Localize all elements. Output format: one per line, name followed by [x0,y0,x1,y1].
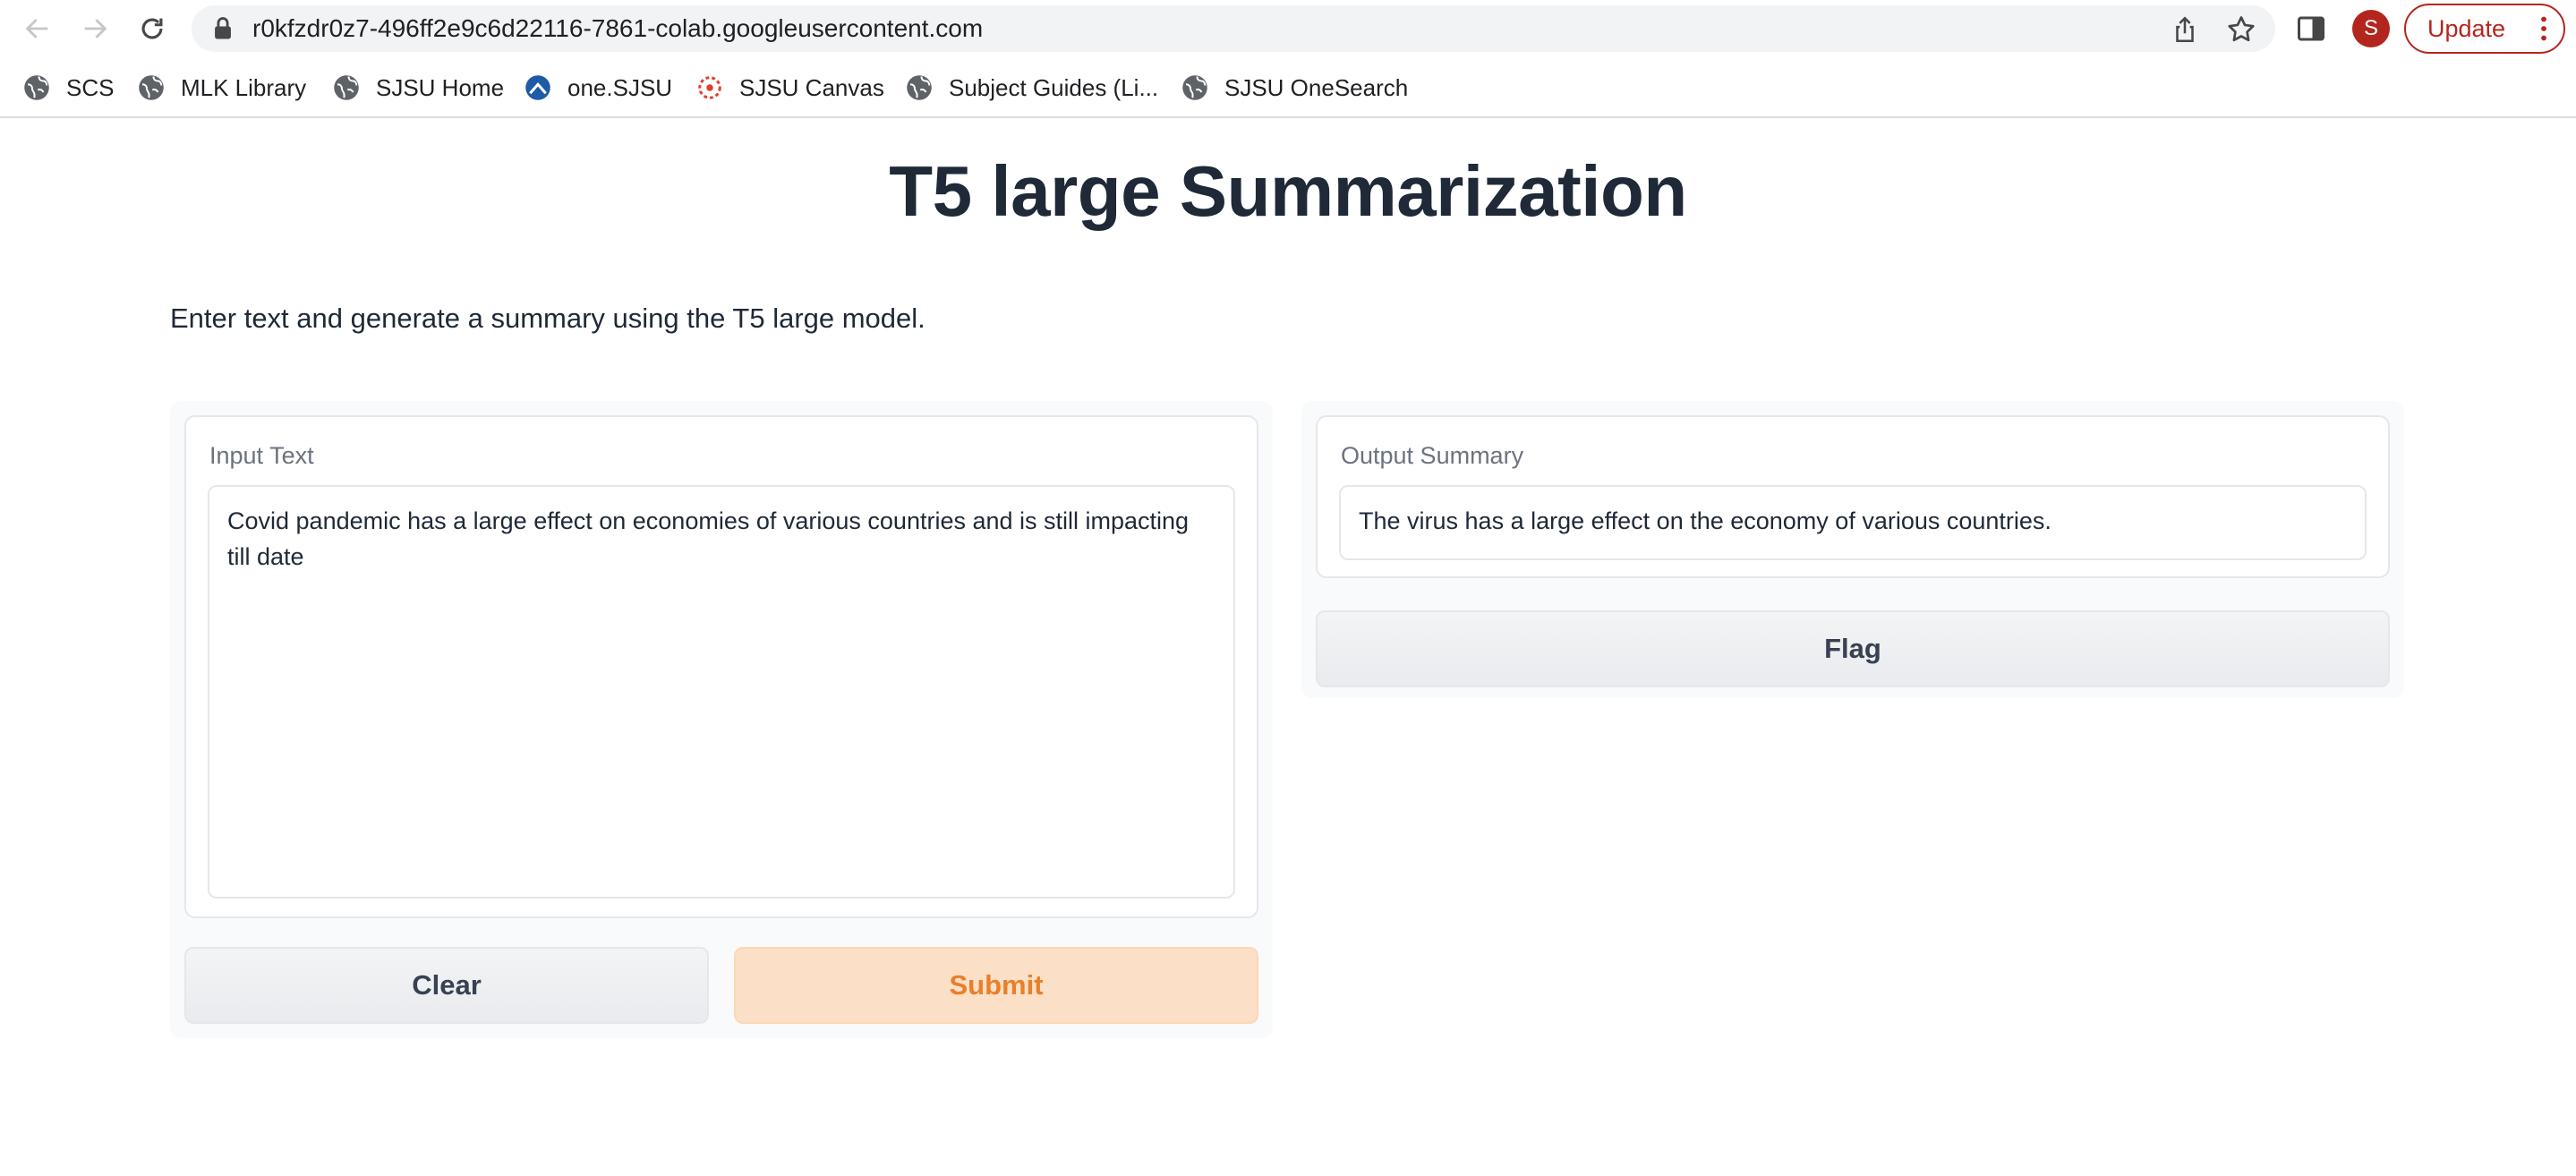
bookmark-sjsu-home[interactable]: SJSU Home [333,70,504,106]
arrow-left-icon [25,19,48,38]
bookmark-label: Subject Guides (Li... [949,73,1159,101]
globe-icon [1182,75,1207,100]
submit-button[interactable]: Submit [734,947,1258,1024]
input-text-block: Input Text Covid pandemic has a large ef… [184,415,1258,918]
bookmark-subject-guides[interactable]: Subject Guides (Li... [906,70,1158,106]
reload-button[interactable] [132,9,172,48]
arrow-right-icon [84,19,107,38]
url-text[interactable]: r0kfzdr0z7-496ff2e9c6d22116-7861-colab.g… [252,5,983,52]
share-icon[interactable] [2170,14,2200,45]
profile-avatar[interactable]: S [2352,10,2390,47]
update-button[interactable]: Update [2404,4,2565,54]
bookmark-label: SJSU OneSearch [1224,73,1409,101]
lock-icon [215,17,231,39]
bookmark-label: SCS [66,73,115,101]
bookmark-label: SJSU Home [376,73,505,101]
kebab-menu-icon [2541,16,2546,41]
input-panel: Input Text Covid pandemic has a large ef… [170,401,1273,1038]
bookmark-label: SJSU Canvas [739,73,884,101]
output-panel: Output Summary The virus has a large eff… [1301,401,2404,698]
bookmark-label: one.SJSU [567,73,673,101]
bookmark-mlk-library[interactable]: MLK Library [138,70,306,106]
globe-icon [907,75,932,100]
side-panel-icon[interactable] [2295,13,2327,45]
canvas-icon [698,76,721,99]
star-icon[interactable] [2225,13,2257,46]
output-summary-label: Output Summary [1341,442,1524,469]
globe-icon [24,75,49,100]
address-bar[interactable]: r0kfzdr0z7-496ff2e9c6d22116-7861-colab.g… [192,5,2275,52]
clear-button[interactable]: Clear [184,947,709,1024]
bookmark-sjsu-canvas[interactable]: SJSU Canvas [696,70,884,106]
globe-icon [334,75,359,100]
bookmark-label: MLK Library [181,73,307,101]
forward-button[interactable] [75,9,115,48]
browser-toolbar: r0kfzdr0z7-496ff2e9c6d22116-7861-colab.g… [0,0,2576,57]
flag-button[interactable]: Flag [1316,610,2390,687]
input-text-label: Input Text [209,442,314,469]
globe-icon [139,75,164,100]
input-text-area[interactable]: Covid pandemic has a large effect on eco… [208,485,1235,899]
bookmark-sjsu-onesearch[interactable]: SJSU OneSearch [1181,70,1408,106]
bookmarks-bar: SCS MLK Library SJSU Home one.SJSU SJSU … [0,57,2576,118]
output-summary-block: Output Summary The virus has a large eff… [1316,415,2390,578]
output-summary-text[interactable]: The virus has a large effect on the econ… [1339,485,2367,560]
one-sjsu-icon [525,75,550,100]
page-title: T5 large Summarization [889,151,1687,231]
reload-icon [141,18,163,39]
bookmark-scs[interactable]: SCS [23,70,114,106]
page-description: Enter text and generate a summary using … [170,303,925,334]
update-label: Update [2427,15,2506,42]
bookmark-one-sjsu[interactable]: one.SJSU [525,70,672,106]
back-button[interactable] [18,9,57,48]
